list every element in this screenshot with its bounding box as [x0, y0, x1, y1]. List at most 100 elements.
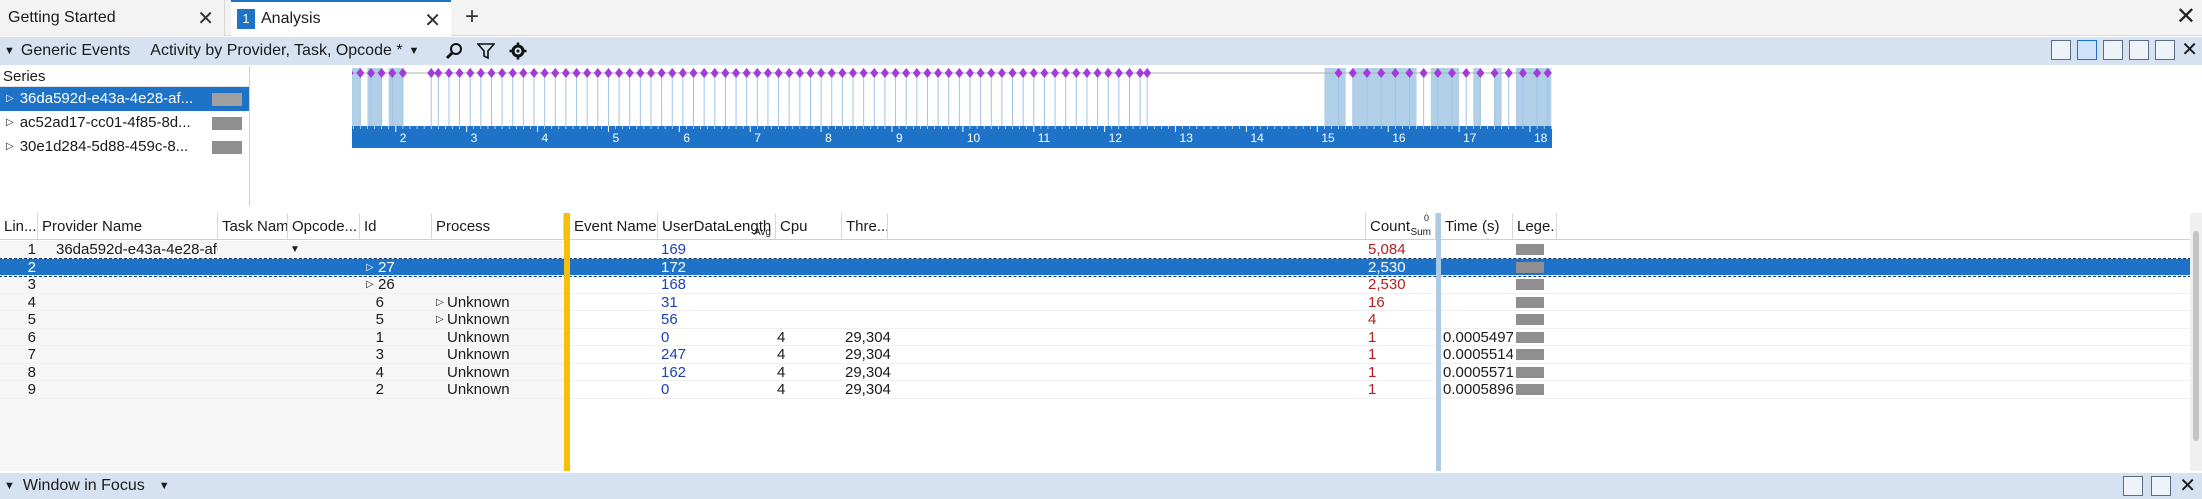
col-id-header[interactable]: Id — [360, 213, 432, 240]
filter-icon[interactable] — [473, 40, 499, 62]
view-mode-toolbar: ✕ — [2051, 40, 2198, 60]
x-tick-label: 8 — [825, 131, 832, 145]
id-cell: 6 — [375, 293, 384, 311]
column-header-label: Thre... — [846, 218, 888, 235]
col-legend-header[interactable]: Lege... — [1513, 213, 1557, 240]
series-item[interactable]: ▷ ac52ad17-cc01-4f85-8d... — [0, 111, 249, 135]
expand-triangle-icon[interactable]: ▷ — [6, 135, 14, 159]
table-row[interactable]: 7 3 Unknown 247 4 29,304 1 0.000551400 — [0, 346, 2190, 364]
graph-column-divider-bar[interactable] — [1436, 213, 1441, 471]
expand-triangle-icon[interactable]: ▷ — [366, 276, 374, 294]
series-item[interactable]: ▷ 30e1d284-5d88-459c-8... — [0, 135, 249, 159]
legend-color-swatch — [1516, 244, 1544, 255]
close-icon[interactable]: ✕ — [197, 6, 214, 31]
table-row[interactable]: 1 36da592d-e43a-4e28-af6f-4... ▼ 169 5,084 — [0, 241, 2190, 259]
column-header-label: Lege... — [1517, 218, 1556, 235]
column-header-label: Id — [364, 218, 377, 235]
chevron-down-icon[interactable]: ▼ — [409, 45, 420, 57]
userdatalength-cell: 0 — [661, 381, 670, 398]
grouping-divider-bar[interactable] — [564, 213, 570, 471]
table-row[interactable]: 2 ▷ 27 172 2,530 — [0, 257, 2191, 277]
time-cell: 0.000549700 — [1443, 328, 1513, 346]
vertical-scrollbar[interactable] — [2190, 213, 2202, 471]
graph-and-table-view-icon[interactable] — [2077, 40, 2098, 60]
expand-triangle-icon[interactable]: ▷ — [436, 311, 444, 329]
thread-cell — [845, 276, 925, 294]
x-tick-label: 17 — [1463, 131, 1477, 145]
col-opcode-header[interactable]: Opcode... — [288, 213, 360, 240]
expand-triangle-icon[interactable]: ▷ — [6, 87, 14, 111]
scrollbar-thumb[interactable] — [2193, 231, 2199, 441]
table-row[interactable]: 5 5 ▷ Unknown 56 4 — [0, 311, 2190, 329]
col-count-header[interactable]: Count Sum 0 — [1366, 213, 1436, 240]
close-icon[interactable]: ✕ — [424, 8, 441, 33]
activity-range — [1352, 68, 1417, 126]
tab-strip: Getting Started ✕ 1 Analysis ✕ + ✕ — [0, 0, 2202, 36]
col-time-header[interactable]: Time (s) — [1441, 213, 1513, 240]
col-task-header[interactable]: Task Name — [218, 213, 288, 240]
cpu-cell — [777, 276, 837, 294]
column-header-label: Process — [436, 218, 491, 235]
timeline-chart-svg[interactable]: 0123456789101112131415161718 — [352, 68, 2202, 208]
collapse-caret-icon[interactable]: ▼ — [4, 480, 15, 492]
preset-selector[interactable]: Activity by Provider, Task, Opcode * — [150, 42, 402, 60]
chevron-down-icon[interactable]: ▼ — [159, 480, 170, 492]
count-cell: 4 — [1368, 311, 1377, 328]
col-provider-header[interactable]: Provider Name — [38, 213, 218, 240]
tab-getting-started[interactable]: Getting Started ✕ — [0, 0, 225, 36]
aggregation-label: Avg — [753, 227, 771, 238]
search-icon[interactable] — [441, 40, 467, 62]
id-cell: 5 — [375, 311, 384, 328]
time-cell — [1443, 311, 1513, 329]
col-cpu-header[interactable]: Cpu — [776, 213, 842, 240]
chevron-down-icon[interactable]: ▼ — [290, 241, 300, 259]
graph-only-view-icon[interactable] — [2051, 40, 2072, 60]
table-row[interactable]: 3 ▷ 26 168 2,530 — [0, 276, 2190, 294]
provider-name-cell — [56, 294, 218, 312]
gear-icon[interactable] — [505, 40, 531, 62]
table-row[interactable]: 8 4 Unknown 162 4 29,304 1 0.000557100 — [0, 363, 2190, 381]
restore-window-icon[interactable] — [2123, 476, 2144, 496]
series-item[interactable]: ▷ 36da592d-e43a-4e28-af... — [0, 87, 249, 111]
window-close-icon[interactable]: ✕ — [2176, 2, 2196, 31]
legend-color-swatch — [1516, 314, 1544, 325]
table-only-view-icon[interactable] — [2103, 40, 2124, 60]
table-row[interactable]: 9 2 Unknown 0 4 29,304 1 0.000589600 — [0, 381, 2190, 399]
userdatalength-cell: 56 — [661, 311, 678, 328]
col-userdatalength-header[interactable]: UserDataLength Avg — [658, 213, 776, 240]
line-number-cell: 1 — [27, 241, 36, 258]
maximize-icon[interactable] — [2151, 476, 2172, 496]
table-row[interactable]: 6 1 Unknown 0 4 29,304 1 0.000549700 — [0, 328, 2190, 346]
maximize-icon[interactable] — [2155, 40, 2176, 60]
provider-name-cell — [56, 346, 218, 364]
column-header-label: Opcode... — [292, 218, 358, 235]
col-process-header[interactable]: Process — [432, 213, 564, 240]
id-cell: 4 — [375, 363, 384, 381]
close-icon[interactable]: ✕ — [2179, 476, 2196, 496]
col-line-header[interactable]: Lin... — [0, 213, 38, 240]
userdatalength-cell: 247 — [661, 346, 687, 363]
thread-cell — [845, 259, 925, 277]
thread-cell — [845, 311, 925, 329]
table-row[interactable]: 4 6 ▷ Unknown 31 16 — [0, 293, 2190, 312]
expand-triangle-icon[interactable]: ▷ — [366, 259, 374, 277]
column-header-label: Lin... — [4, 218, 37, 235]
add-tab-button[interactable]: + — [458, 4, 486, 32]
userdatalength-cell: 162 — [661, 363, 687, 381]
x-tick-label: 6 — [683, 131, 690, 145]
count-cell: 2,530 — [1368, 258, 1406, 276]
restore-window-icon[interactable] — [2129, 40, 2150, 60]
close-icon[interactable]: ✕ — [2181, 40, 2198, 60]
col-event-header[interactable]: Event Name — [570, 213, 658, 240]
series-panel-title: Series — [0, 66, 249, 87]
process-cell: Unknown — [447, 381, 510, 398]
tab-analysis[interactable]: 1 Analysis ✕ — [231, 0, 451, 36]
cpu-cell: 4 — [777, 328, 786, 346]
collapse-caret-icon[interactable]: ▼ — [4, 45, 15, 57]
timeline-chart[interactable]: 0123456789101112131415161718 — [352, 68, 2202, 208]
col-thread-header[interactable]: Thre... — [842, 213, 888, 240]
expand-triangle-icon[interactable]: ▷ — [6, 111, 14, 135]
id-cell: 3 — [375, 346, 384, 363]
expand-triangle-icon[interactable]: ▷ — [436, 294, 444, 312]
x-tick-label: 3 — [471, 131, 478, 145]
